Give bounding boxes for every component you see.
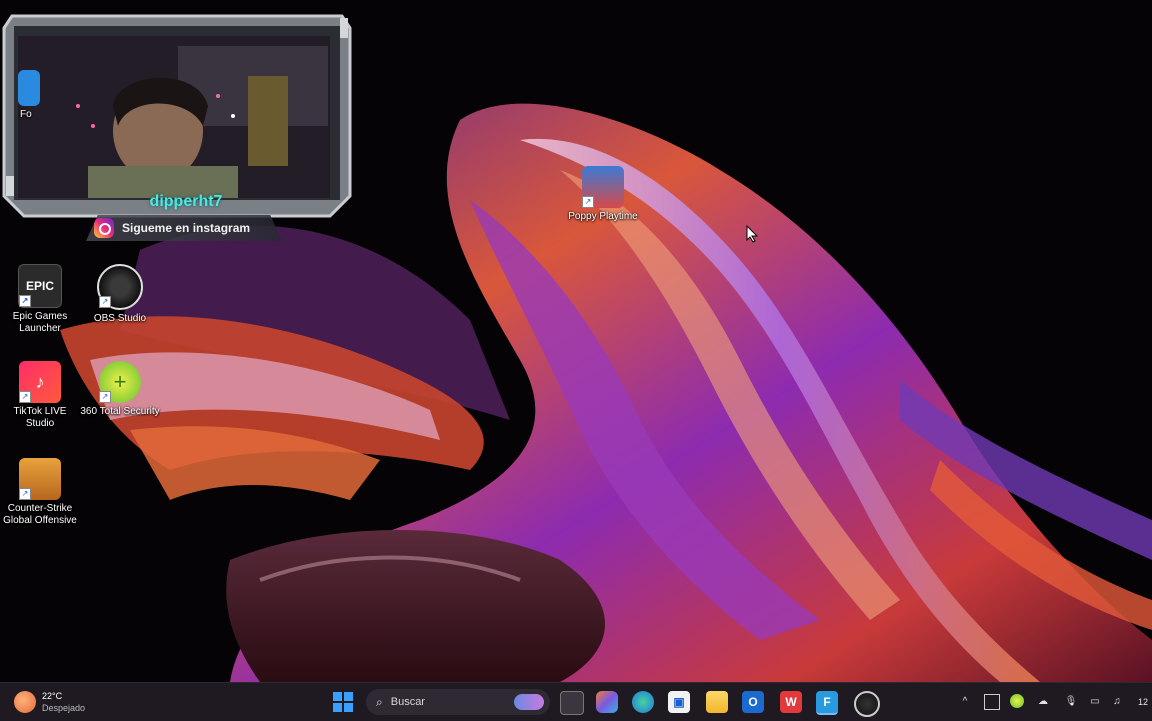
- desktop-icon-tiktok-live[interactable]: ♪ ↗ TikTok LIVE Studio: [0, 361, 80, 430]
- instagram-banner: Sigueme en instagram: [86, 215, 282, 241]
- 360-security-icon: + ↗: [99, 361, 141, 403]
- network-tray-icon[interactable]: [984, 694, 1000, 710]
- app-f-icon[interactable]: F: [816, 691, 838, 715]
- wps-office-icon[interactable]: W: [780, 691, 802, 713]
- desktop-icon-label: TikTok LIVE Studio: [13, 406, 67, 429]
- weather-widget[interactable]: 22°C Despejado: [14, 687, 85, 717]
- weather-sun-icon: [14, 691, 36, 713]
- clock[interactable]: 12: [1138, 697, 1148, 707]
- shortcut-arrow-icon: ↗: [99, 296, 111, 308]
- obs-taskbar-icon[interactable]: [854, 691, 880, 717]
- edge-icon[interactable]: [632, 691, 654, 713]
- desktop-icon-partial-1[interactable]: Fo: [0, 70, 40, 121]
- desktop-icon-csgo[interactable]: ↗ Counter-Strike Global Offensive: [0, 458, 80, 527]
- copilot-icon[interactable]: [596, 691, 618, 713]
- search-icon: ⌕: [376, 694, 383, 709]
- poppy-playtime-icon: ↗: [582, 166, 624, 208]
- cloud-tray-icon[interactable]: ☁: [1036, 694, 1050, 708]
- shortcut-arrow-icon: ↗: [582, 196, 594, 208]
- search-highlight-icon: [514, 694, 544, 710]
- store-icon[interactable]: ▣: [668, 691, 690, 713]
- weather-description: Despejado: [42, 703, 86, 713]
- taskbar: 22°C Despejado ⌕ Buscar ▣ O W F ^ ☁ 🎙 ▭ …: [0, 682, 1152, 721]
- file-explorer-icon[interactable]: [706, 691, 728, 713]
- shortcut-arrow-icon: ↗: [19, 488, 31, 500]
- desktop-icon-label: Counter-Strike Global Offensive: [3, 503, 77, 526]
- streamer-name: dipperht7: [149, 193, 223, 210]
- desktop-icon-obs[interactable]: ↗ OBS Studio: [80, 264, 160, 325]
- desktop-icon-epic-games[interactable]: EPIC ↗ Epic Games Launcher: [0, 264, 80, 335]
- chevron-up-icon[interactable]: ^: [958, 694, 972, 708]
- instagram-icon: [94, 218, 114, 238]
- instagram-text: Sigueme en instagram: [122, 221, 251, 235]
- desktop-icon-label: Epic Games Launcher: [12, 311, 68, 334]
- outlook-icon[interactable]: O: [742, 691, 764, 713]
- microphone-icon[interactable]: 🎙: [1064, 694, 1078, 708]
- mouse-cursor-icon: [746, 225, 758, 243]
- desktop-icon-label: Fo: [20, 109, 32, 120]
- webcam-video: [18, 36, 330, 198]
- shortcut-arrow-icon: ↗: [99, 391, 111, 403]
- weather-temperature: 22°C: [42, 691, 63, 701]
- shortcut-arrow-icon: ↗: [19, 391, 31, 403]
- obs-icon: ↗: [97, 264, 143, 310]
- epic-games-icon: EPIC ↗: [18, 264, 62, 308]
- desktop-icon-label: 360 Total Security: [80, 406, 160, 417]
- 360-tray-icon[interactable]: [1010, 694, 1024, 708]
- desktop-icon-360-security[interactable]: + ↗ 360 Total Security: [80, 361, 160, 418]
- webcam-overlay: [0, 6, 354, 218]
- desktop-icon-poppy-playtime[interactable]: ↗ Poppy Playtime: [563, 166, 643, 223]
- desktop-icon-label: OBS Studio: [93, 313, 147, 324]
- volume-icon[interactable]: ♫: [1110, 694, 1124, 708]
- tiktok-icon: ♪ ↗: [19, 361, 61, 403]
- desktop-icon-label: Poppy Playtime: [568, 211, 638, 222]
- start-button[interactable]: [332, 691, 354, 713]
- taskbar-search[interactable]: ⌕ Buscar: [366, 689, 550, 715]
- wifi-icon[interactable]: ▭: [1088, 694, 1102, 708]
- app-icon: [18, 70, 40, 106]
- task-view-icon[interactable]: [560, 691, 584, 715]
- windows-logo-icon: [333, 692, 353, 712]
- shortcut-arrow-icon: ↗: [19, 295, 31, 307]
- csgo-icon: ↗: [19, 458, 61, 500]
- search-input[interactable]: Buscar: [391, 696, 425, 708]
